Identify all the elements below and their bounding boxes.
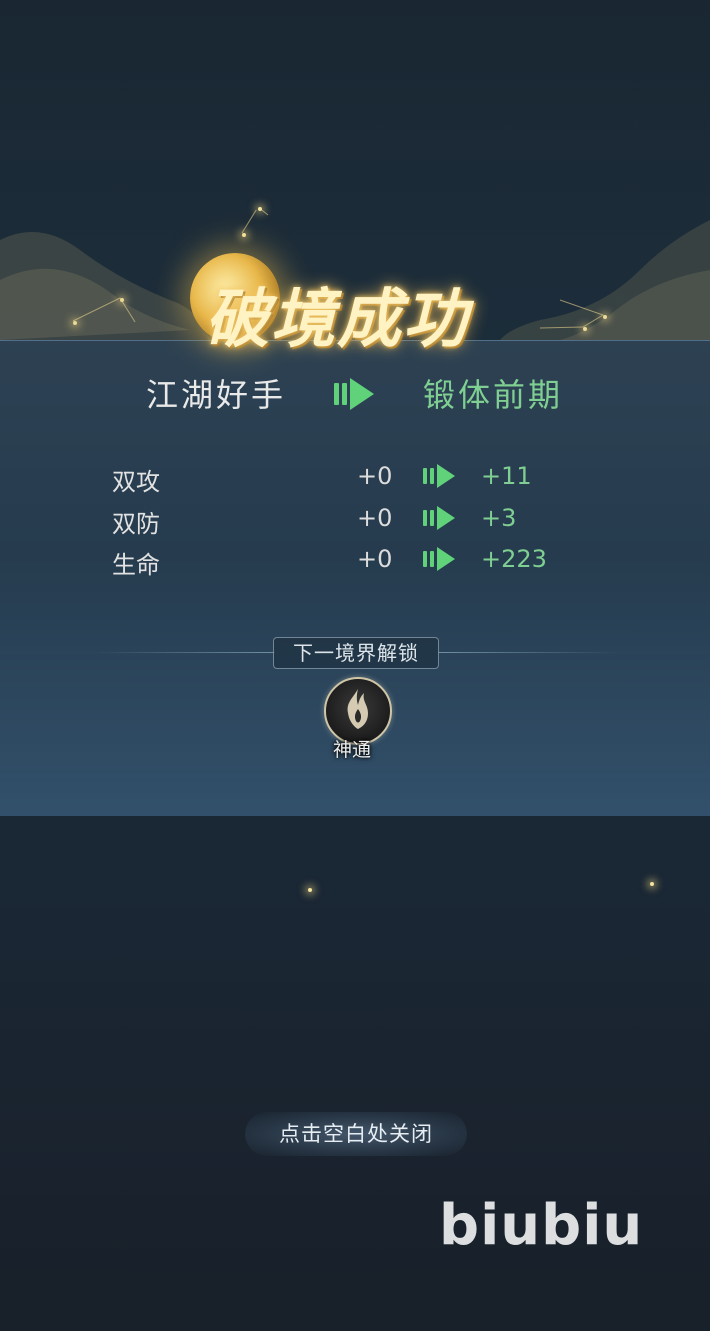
star-decoration xyxy=(650,882,654,886)
flame-icon xyxy=(347,689,368,729)
stat-new-value: +11 xyxy=(481,462,532,490)
stat-old-value: +0 xyxy=(357,504,393,532)
stat-label: 生命 xyxy=(112,551,160,579)
close-hint-button[interactable]: 点击空白处关闭 xyxy=(245,1112,467,1156)
star-decoration xyxy=(583,327,587,331)
arrow-right-icon xyxy=(423,547,455,571)
page-title: 破境成功 xyxy=(205,282,469,357)
stat-row: 双攻 +0 +11 xyxy=(0,458,710,498)
section-divider xyxy=(95,652,275,653)
skill-label: 神通 xyxy=(333,739,372,761)
stat-row: 双防 +0 +3 xyxy=(0,500,710,540)
stat-new-value: +223 xyxy=(481,545,547,573)
stat-label: 双攻 xyxy=(112,468,160,496)
stat-row: 生命 +0 +223 xyxy=(0,541,710,581)
arrow-right-icon xyxy=(334,378,374,410)
star-decoration xyxy=(308,888,312,892)
realm-change-row: 江湖好手 锻体前期 xyxy=(0,370,710,414)
star-decoration xyxy=(603,315,607,319)
stat-old-value: +0 xyxy=(357,462,393,490)
arrow-right-icon xyxy=(423,464,455,488)
next-realm-unlock-header: 下一境界解锁 xyxy=(273,637,439,669)
stat-old-value: +0 xyxy=(357,545,393,573)
star-decoration xyxy=(258,207,262,211)
stat-label: 双防 xyxy=(112,510,160,538)
realm-to: 锻体前期 xyxy=(423,376,564,414)
star-decoration xyxy=(120,298,124,302)
arrow-right-icon xyxy=(423,506,455,530)
star-decoration xyxy=(242,233,246,237)
watermark: biubiu xyxy=(439,1193,644,1258)
realm-from: 江湖好手 xyxy=(146,376,287,414)
star-decoration xyxy=(73,321,77,325)
section-divider xyxy=(438,652,618,653)
stat-new-value: +3 xyxy=(481,504,517,532)
